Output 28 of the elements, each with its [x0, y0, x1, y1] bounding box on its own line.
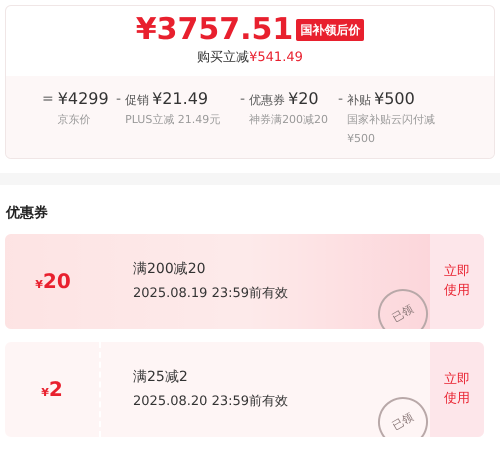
breakdown-note: PLUS立减 21.49元	[125, 112, 220, 128]
operator-sign: =	[42, 90, 54, 108]
saving-amount: ¥541.49	[249, 49, 303, 67]
coupon-validity: 2025.08.19 23:59前有效	[133, 284, 290, 303]
final-price: ¥3757.51	[136, 12, 294, 48]
coupon-validity: 2025.08.20 23:59前有效	[133, 392, 290, 411]
coupon-condition: 满200减20	[133, 260, 207, 279]
operator-sign: -	[338, 90, 344, 108]
breakdown-label: 优惠券	[249, 92, 286, 108]
breakdown-amount: ¥4299	[58, 88, 109, 110]
breakdown-note: 京东价	[58, 112, 92, 128]
section-title: 优惠券	[6, 204, 49, 222]
breakdown-label: 补贴	[347, 92, 372, 108]
saving-label: 购买立减	[197, 49, 250, 67]
operator-sign: -	[116, 90, 122, 108]
breakdown-amount: ¥20	[288, 88, 319, 110]
breakdown-label: 促销	[125, 92, 150, 108]
price-tag: 国补领后价	[296, 19, 364, 41]
use-now-button[interactable]: 立即使用	[430, 342, 484, 436]
breakdown-note: 神券满200减20	[249, 112, 328, 128]
coupon-condition: 满25减2	[133, 368, 189, 387]
breakdown-amount: ¥21.49	[152, 88, 208, 110]
breakdown-note: 国家补贴云闪付减¥500	[347, 112, 436, 146]
operator-sign: -	[240, 90, 246, 108]
coupon-value: ¥20	[35, 268, 71, 295]
coupon-value: ¥2	[41, 376, 63, 403]
use-now-button[interactable]: 立即使用	[430, 234, 484, 328]
breakdown-amount: ¥500	[374, 88, 415, 110]
